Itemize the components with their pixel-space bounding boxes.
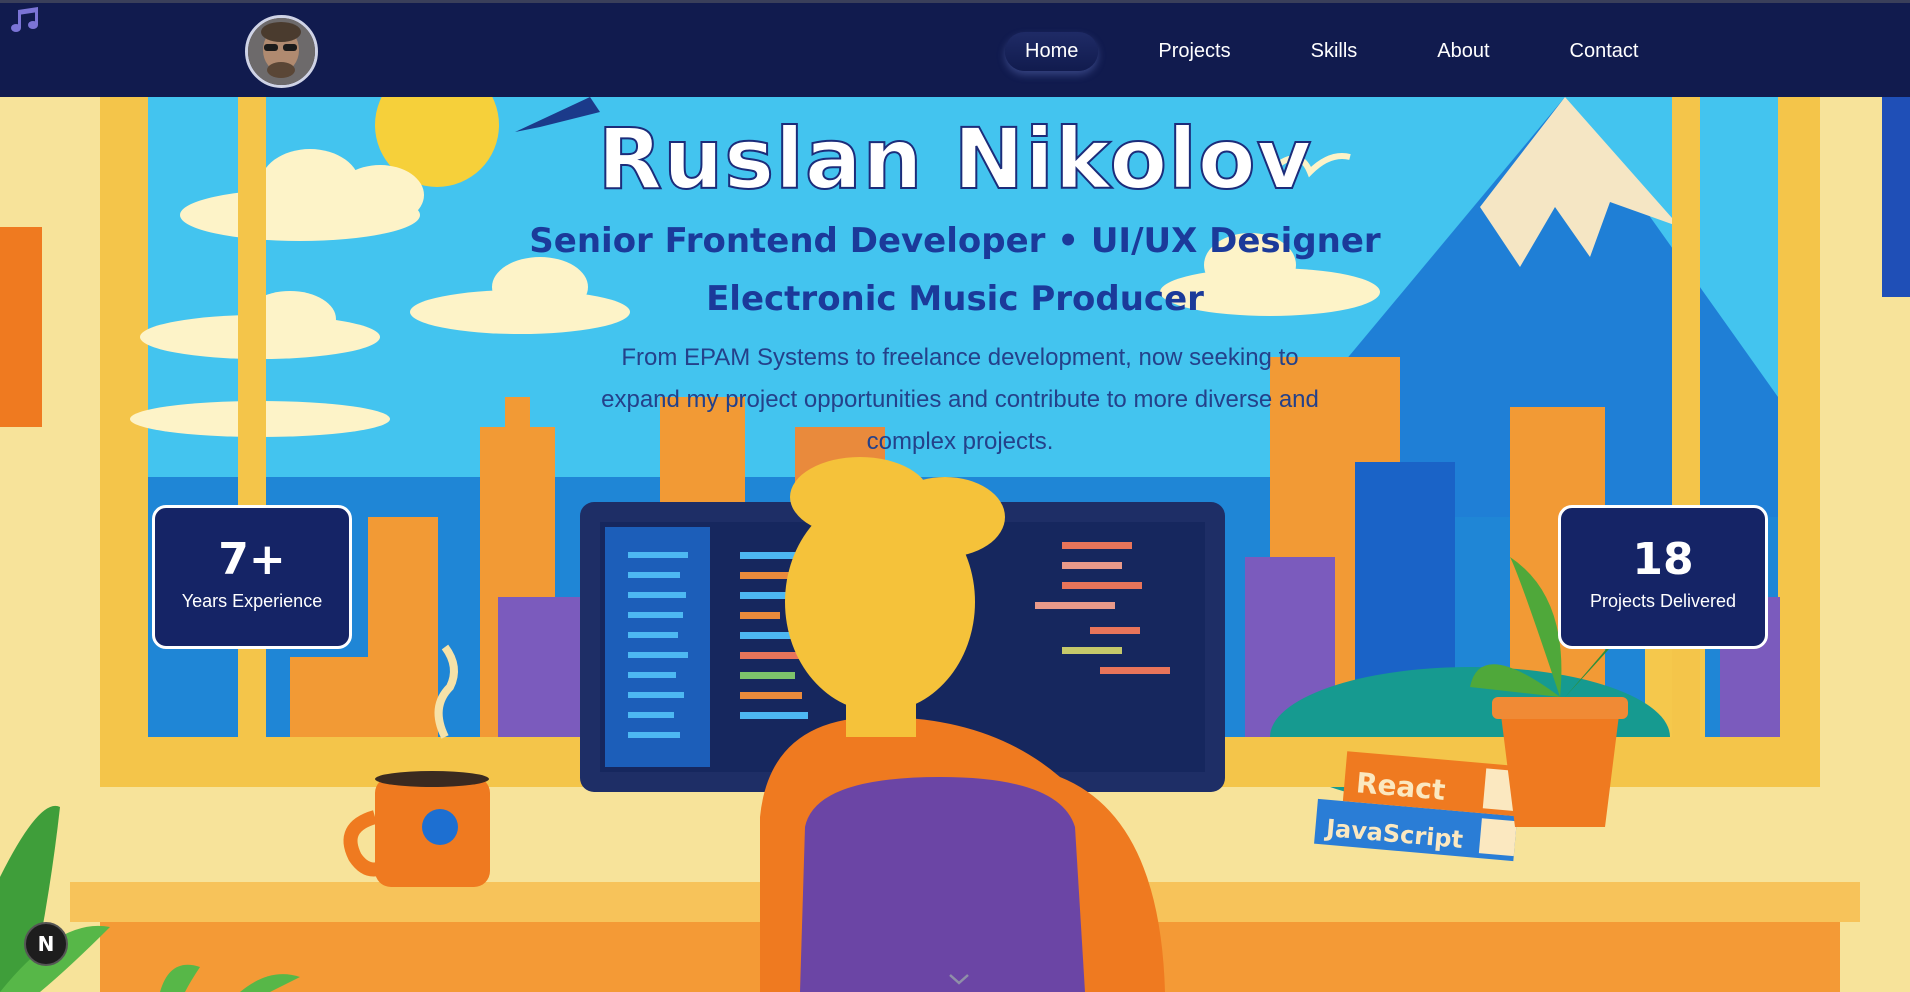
hero-section: React JavaScript Ruslan Nikolov Senior F… xyxy=(0,97,1910,992)
nav-contact[interactable]: Contact xyxy=(1550,32,1659,71)
nav-home[interactable]: Home xyxy=(1005,32,1099,71)
stat-card-projects: 18 Projects Delivered xyxy=(1558,505,1768,649)
stat-label: Years Experience xyxy=(181,591,323,611)
hero-subtitle-roles: Senior Frontend Developer • UI/UX Design… xyxy=(529,221,1381,261)
stat-value: 7+ xyxy=(218,534,286,585)
avatar-photo xyxy=(248,18,315,85)
top-navbar: Home Projects Skills About Contact xyxy=(0,0,1910,97)
nav-skills[interactable]: Skills xyxy=(1291,32,1378,71)
stat-value: 18 xyxy=(1632,534,1694,585)
main-nav: Home Projects Skills About Contact xyxy=(1005,32,1698,71)
stat-label: Projects Delivered xyxy=(1589,591,1737,611)
nav-about[interactable]: About xyxy=(1417,32,1509,71)
nav-projects[interactable]: Projects xyxy=(1138,32,1250,71)
chevron-down-icon[interactable] xyxy=(948,972,970,986)
hero-title: Ruslan Nikolov xyxy=(597,109,1313,209)
stat-card-experience: 7+ Years Experience xyxy=(152,505,352,649)
avatar[interactable] xyxy=(245,15,318,88)
hero-subtitle-music: Electronic Music Producer xyxy=(706,279,1204,319)
hero-description: From EPAM Systems to freelance developme… xyxy=(601,344,1319,455)
music-note-icon[interactable] xyxy=(10,7,44,35)
n-badge-icon[interactable]: N xyxy=(24,922,68,966)
